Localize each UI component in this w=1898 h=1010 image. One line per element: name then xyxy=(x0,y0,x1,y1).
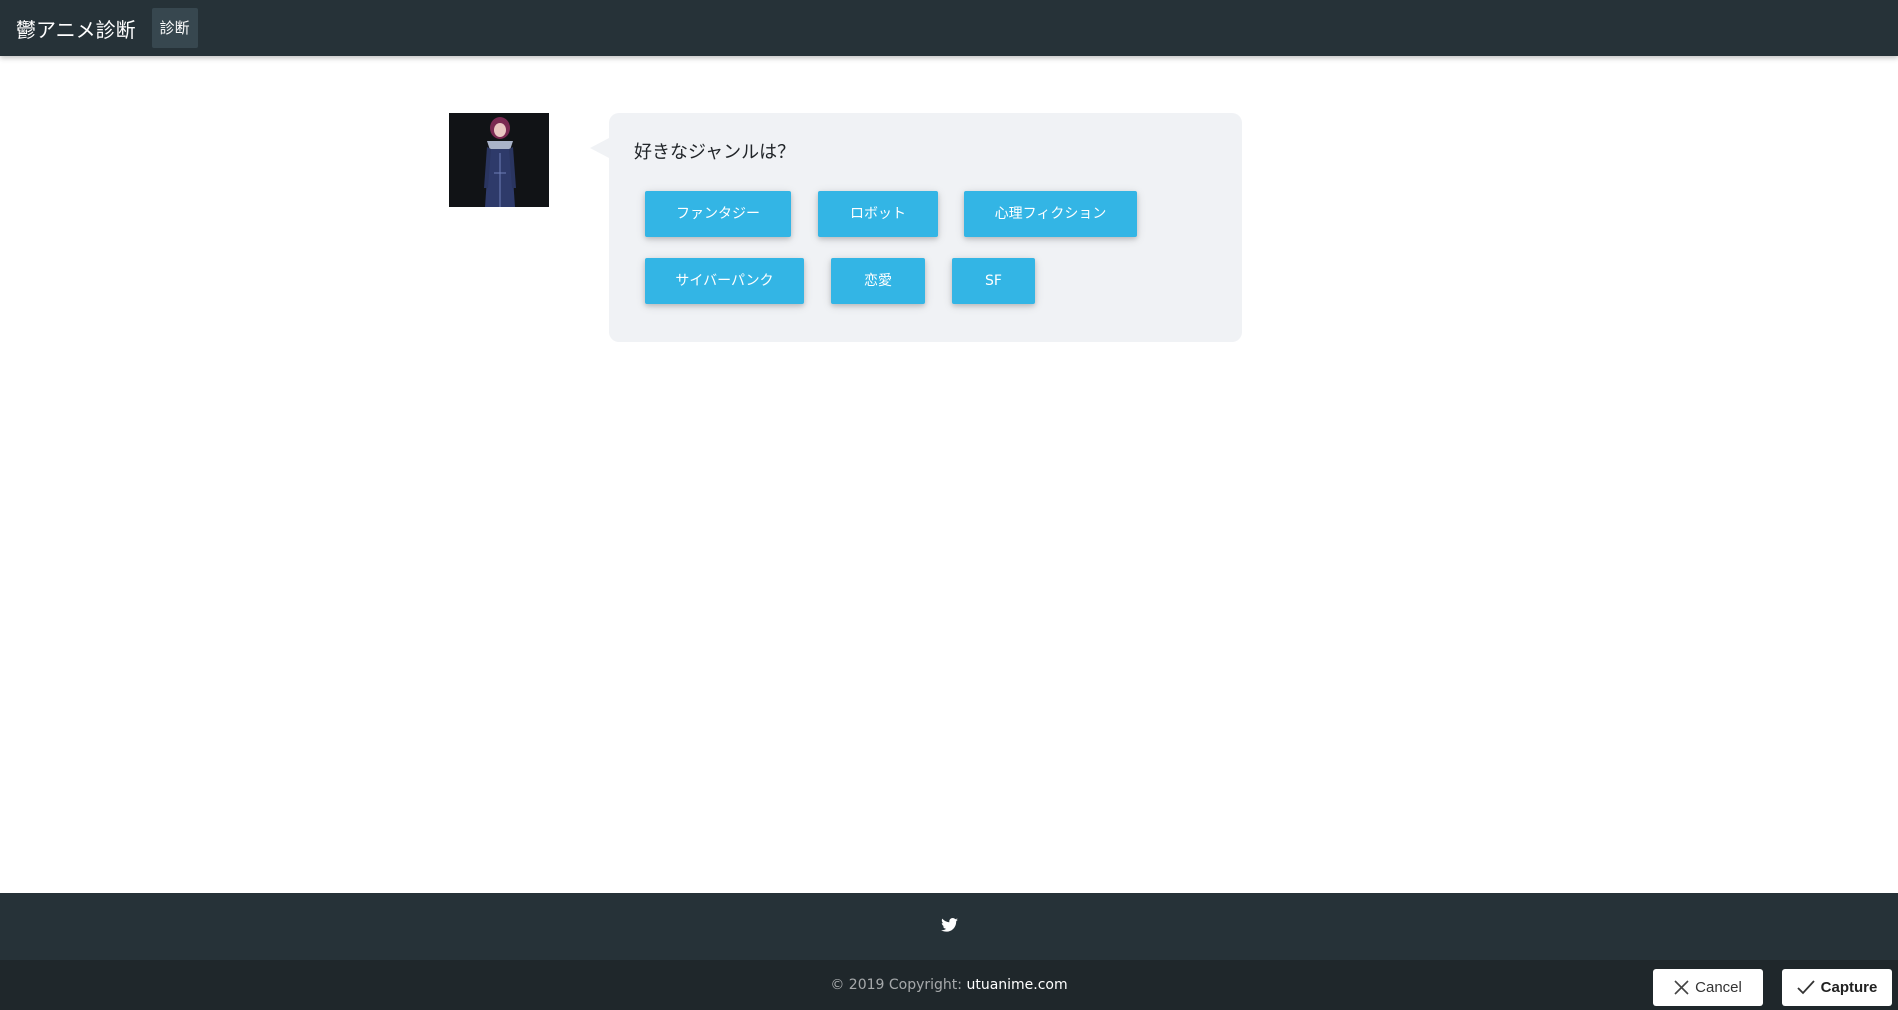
checkmark-icon xyxy=(1797,980,1815,995)
cancel-label: Cancel xyxy=(1695,979,1742,996)
twitter-icon[interactable] xyxy=(941,918,958,932)
option-sf-button[interactable]: SF xyxy=(952,258,1035,304)
footer-copyright-bar: © 2019 Copyright: utuanime.com xyxy=(0,960,1898,1010)
character-avatar xyxy=(449,113,549,207)
copyright-text: © 2019 Copyright: utuanime.com xyxy=(0,960,1898,1010)
cancel-button[interactable]: Cancel xyxy=(1653,969,1763,1006)
capture-button[interactable]: Capture xyxy=(1782,969,1892,1006)
copyright-site-link[interactable]: utuanime.com xyxy=(966,977,1067,993)
character-image xyxy=(449,113,549,207)
option-robot-button[interactable]: ロボット xyxy=(818,191,938,237)
navbar: 鬱アニメ診断 診断 xyxy=(0,0,1898,56)
close-icon xyxy=(1674,980,1689,995)
option-fantasy-button[interactable]: ファンタジー xyxy=(645,191,791,237)
question-bubble: 好きなジャンルは？ ファンタジー ロボット 心理フィクション サイバーパンク 恋… xyxy=(590,113,1242,342)
brand-logo-link[interactable]: 鬱アニメ診断 xyxy=(16,14,136,43)
nav-item-diagnosis[interactable]: 診断 xyxy=(151,8,198,48)
capture-label: Capture xyxy=(1820,979,1878,996)
option-cyberpunk-button[interactable]: サイバーパンク xyxy=(645,258,804,304)
bubble-tail xyxy=(590,138,609,158)
option-psychological-fiction-button[interactable]: 心理フィクション xyxy=(964,191,1137,237)
option-romance-button[interactable]: 恋愛 xyxy=(831,258,925,304)
copyright-prefix: © 2019 Copyright: xyxy=(830,977,962,993)
question-text: 好きなジャンルは？ xyxy=(634,142,796,163)
